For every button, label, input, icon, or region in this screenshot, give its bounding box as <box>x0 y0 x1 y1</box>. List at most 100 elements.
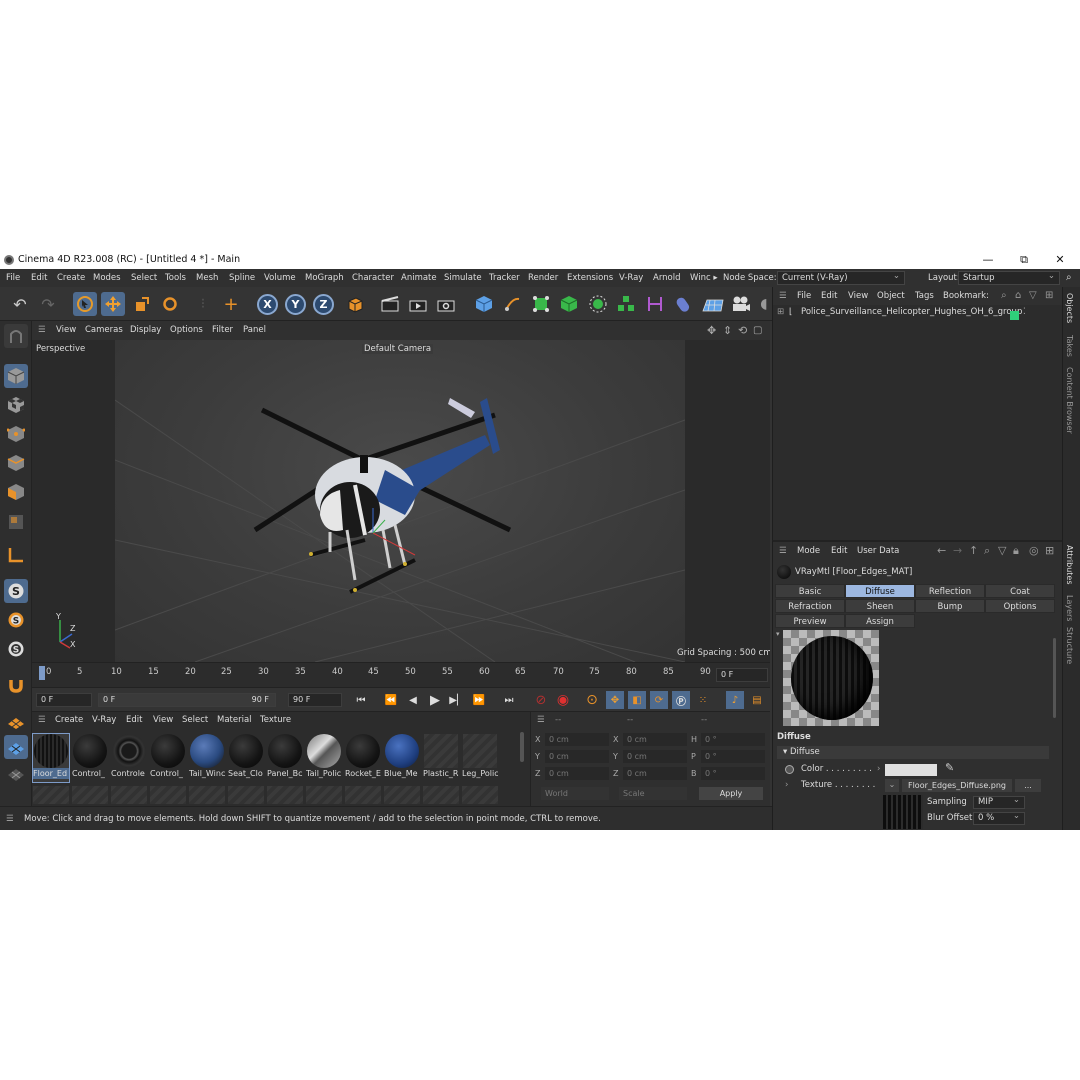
tab-takes[interactable]: Takes <box>1065 335 1074 357</box>
material-menu-create[interactable]: Create <box>55 715 83 725</box>
material-menu-vray[interactable]: V-Ray <box>92 715 116 725</box>
rotation-p-field[interactable]: 0 ° <box>701 750 765 763</box>
mograph-button[interactable] <box>586 292 610 316</box>
y-axis-button[interactable]: Y <box>285 294 306 315</box>
uv-mode-button[interactable] <box>4 510 28 534</box>
pen-button[interactable] <box>500 292 524 316</box>
color-expand-icon[interactable]: › <box>877 763 880 775</box>
texture-expand-icon[interactable]: › <box>785 779 788 791</box>
menu-tools[interactable]: Tools <box>165 269 186 287</box>
attribute-filter-icon[interactable]: ▽ <box>998 544 1006 557</box>
scale-dropdown[interactable]: Scale <box>619 787 687 800</box>
move-tool-button[interactable] <box>101 292 125 316</box>
position-z-field[interactable]: 0 cm <box>545 767 609 780</box>
z-axis-button[interactable]: Z <box>313 294 334 315</box>
menu-arnold[interactable]: Arnold <box>653 269 681 287</box>
layer-color-swatch[interactable] <box>1010 311 1019 320</box>
menu-select[interactable]: Select <box>131 269 157 287</box>
key-position-icon[interactable]: ✥ <box>606 691 624 709</box>
dots-tool-button[interactable]: ⁝ <box>191 292 215 316</box>
rotation-b-field[interactable]: 0 ° <box>701 767 765 780</box>
viewport-maximize-icon[interactable]: ▢ <box>753 321 762 340</box>
tab-diffuse[interactable]: Diffuse <box>845 584 915 598</box>
motion-system-icon[interactable]: ♪ <box>726 691 744 709</box>
size-y-field[interactable]: 0 cm <box>623 750 687 763</box>
rotate-tool-button[interactable] <box>158 292 182 316</box>
material-swatch[interactable]: Control_ <box>150 734 186 782</box>
visibility-dots-icon[interactable]: ⁚ <box>1023 307 1026 317</box>
keyframe-selection-icon[interactable]: ⊙ <box>583 691 601 709</box>
timeline-ruler[interactable]: 0 5 10 15 20 25 30 35 40 45 50 55 60 65 … <box>32 662 770 687</box>
viewport-dolly-icon[interactable]: ⇕ <box>723 321 732 340</box>
menu-mograph[interactable]: MoGraph <box>305 269 344 287</box>
sampling-dropdown[interactable]: MIP <box>973 795 1025 809</box>
cloner-button[interactable] <box>614 292 638 316</box>
material-swatch[interactable]: Panel_Bc <box>267 734 303 782</box>
status-menu-icon[interactable]: ☰ <box>6 807 14 830</box>
previous-key-icon[interactable]: ⏪ <box>382 691 400 709</box>
material-swatch[interactable]: Floor_Ed <box>32 733 70 783</box>
subdivision-button[interactable] <box>529 292 553 316</box>
object-panel-menu-icon[interactable]: ☰ <box>779 287 787 305</box>
blur-offset-field[interactable]: 0 % <box>973 811 1025 825</box>
next-key-icon[interactable]: ⏩ <box>470 691 488 709</box>
attribute-panel-menu-icon[interactable]: ☰ <box>779 546 787 556</box>
field-button[interactable] <box>671 292 695 316</box>
material-menu-view[interactable]: View <box>153 715 173 725</box>
render-button[interactable] <box>406 292 430 316</box>
tab-objects[interactable]: Objects <box>1065 293 1074 323</box>
record-target-icon[interactable]: ◎ <box>1029 544 1039 557</box>
tab-refraction[interactable]: Refraction <box>775 599 845 613</box>
size-z-field[interactable]: 0 cm <box>623 767 687 780</box>
position-y-field[interactable]: 0 cm <box>545 750 609 763</box>
extrude-button[interactable] <box>557 292 581 316</box>
menu-simulate[interactable]: Simulate <box>444 269 482 287</box>
color-keyframe-icon[interactable] <box>785 765 794 774</box>
new-panel-icon[interactable]: ⊞ <box>1045 544 1054 557</box>
position-x-field[interactable]: 0 cm <box>545 733 609 746</box>
object-menu-view[interactable]: View <box>848 287 868 305</box>
material-menu-select[interactable]: Select <box>182 715 208 725</box>
menu-render[interactable]: Render <box>528 269 558 287</box>
material-menu-material[interactable]: Material <box>217 715 252 725</box>
material-swatch[interactable]: Control_ <box>72 734 108 782</box>
grid-extra-button[interactable] <box>4 761 28 785</box>
cube-button[interactable] <box>472 292 496 316</box>
playhead[interactable] <box>39 666 45 680</box>
search-icon[interactable]: ⌕ <box>1066 269 1072 287</box>
make-editable-button[interactable] <box>4 324 28 348</box>
key-scale-icon[interactable]: ◧ <box>628 691 646 709</box>
menu-edit[interactable]: Edit <box>31 269 47 287</box>
menu-volume[interactable]: Volume <box>264 269 296 287</box>
object-row[interactable]: ⊞ ⌊ Police_Surveillance_Helicopter_Hughe… <box>777 307 1047 323</box>
menu-extensions[interactable]: Extensions <box>567 269 613 287</box>
attribute-menu-mode[interactable]: Mode <box>797 546 820 556</box>
eyedropper-icon[interactable]: ✎ <box>945 761 954 775</box>
coordinate-system-button[interactable] <box>343 292 367 316</box>
restore-button[interactable]: ⧉ <box>1006 250 1042 269</box>
snap-settings-button[interactable]: S <box>4 608 28 632</box>
floor-grid-button[interactable] <box>4 709 28 733</box>
object-menu-bookmarks[interactable]: Bookmark: <box>943 287 989 305</box>
timeline-window-icon[interactable]: ▤ <box>748 691 766 709</box>
render-view-button[interactable] <box>378 292 402 316</box>
attribute-menu-userdata[interactable]: User Data <box>857 546 899 556</box>
material-panel-menu-icon[interactable]: ☰ <box>38 715 46 725</box>
viewport-menu-filter[interactable]: Filter <box>212 321 233 340</box>
object-menu-object[interactable]: Object <box>877 287 905 305</box>
go-to-start-icon[interactable]: ⏮ <box>352 691 370 709</box>
quantize-button[interactable]: S <box>4 637 28 661</box>
toolbar-overflow-icon[interactable]: ◖ <box>757 292 771 316</box>
material-menu-edit[interactable]: Edit <box>126 715 142 725</box>
viewport-menu-display[interactable]: Display <box>130 321 161 340</box>
texture-file-button[interactable]: Floor_Edges_Diffuse.png <box>902 779 1012 792</box>
viewport-menu-cameras[interactable]: Cameras <box>85 321 123 340</box>
floor-button[interactable] <box>701 292 725 316</box>
deformer-button[interactable] <box>643 292 667 316</box>
tab-structure[interactable]: Structure <box>1065 627 1074 664</box>
range-slider[interactable]: 0 F 90 F <box>98 693 276 707</box>
menu-more[interactable]: Winc ▸ <box>690 269 718 287</box>
edges-mode-button[interactable] <box>4 451 28 475</box>
camera-label[interactable]: Default Camera <box>362 344 434 354</box>
viewport-panel-menu-icon[interactable]: ☰ <box>38 321 46 340</box>
